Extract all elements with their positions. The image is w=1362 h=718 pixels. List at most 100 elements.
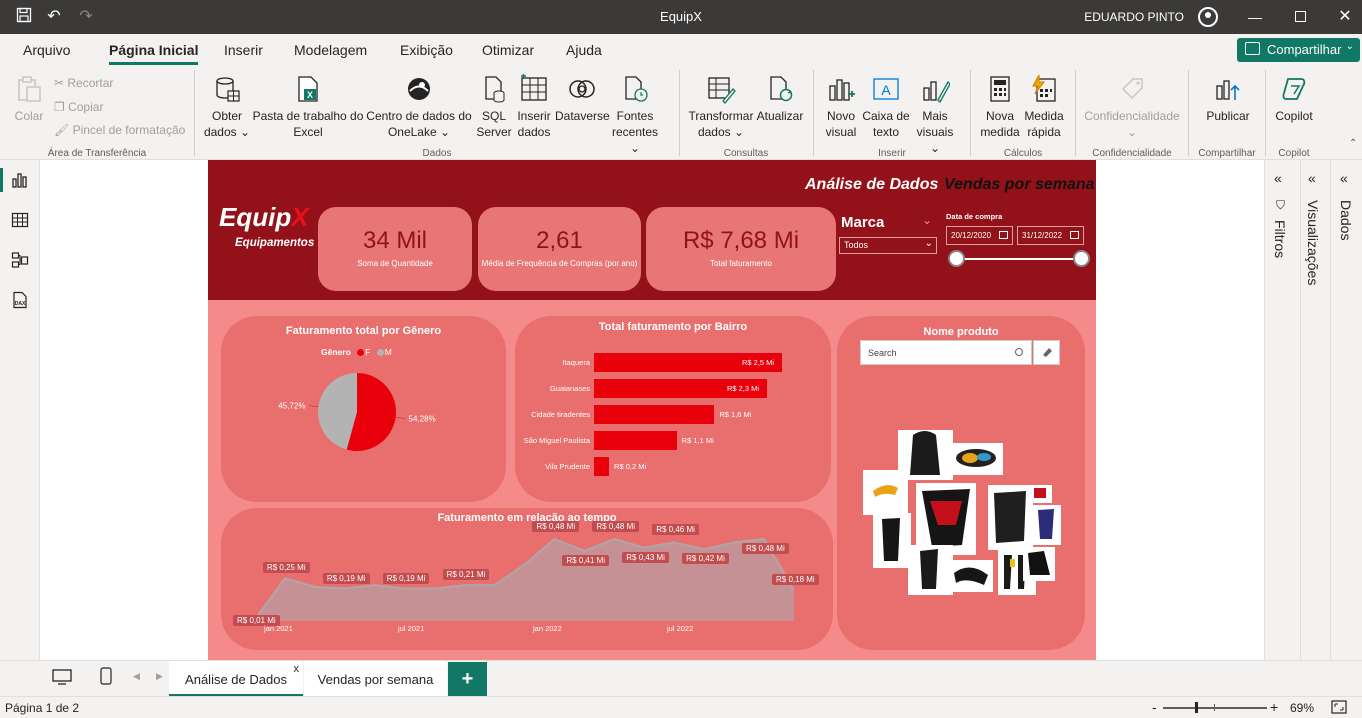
sensitivity-button[interactable]: Confidencialidade ⌄ [1082,74,1182,140]
x-tick-label: jan 2021 [264,624,293,633]
fit-to-page-icon[interactable] [1331,700,1347,717]
page-tabs-bar: ◀ ▶ Análise de Dados x Vendas por semana… [0,660,1362,697]
avatar[interactable] [1198,7,1218,27]
excel-button[interactable]: X Pasta de trabalho do Excel [252,74,364,140]
status-bar: Página 1 de 2 - + 69% [0,696,1362,718]
ribbon-separator [813,70,814,156]
group-label-insert: Inserir [878,148,906,159]
more-visuals-icon [920,74,951,104]
menu-exibicao[interactable]: Exibição [400,42,453,58]
recent-sources-icon [620,74,650,104]
user-name[interactable]: EDUARDO PINTO [1084,10,1184,24]
refresh-button[interactable]: Atualizar [756,74,804,124]
page-tab-vendas[interactable]: Vendas por semana [304,661,447,697]
calculator-icon [985,74,1015,104]
copilot-icon [1279,74,1309,104]
menu-ajuda[interactable]: Ajuda [566,42,602,58]
ribbon-separator [1188,70,1189,156]
group-label-calculations: Cálculos [1003,148,1043,159]
desktop-layout-icon[interactable] [52,669,72,690]
filters-pane[interactable]: « ⛉ Filtros [1264,160,1300,660]
brush-icon: 🖌 [54,123,73,137]
ribbon-separator [679,70,680,156]
share-icon [1245,42,1260,55]
scroll-right-icon[interactable]: ▶ [156,671,163,682]
group-label-sensitivity: Confidencialidade [1092,148,1172,159]
zoom-default-mark [1214,704,1215,711]
format-painter-button[interactable]: 🖌 Pincel de formatação [54,123,185,137]
new-visual-button[interactable]: Novo visual [822,74,860,140]
dataverse-button[interactable]: Dataverse [555,74,610,124]
new-visual-icon [826,74,856,104]
filters-label[interactable]: Filtros [1272,220,1288,258]
svg-text:DAX: DAX [15,301,26,307]
zoom-in-icon[interactable]: + [1270,699,1278,715]
visualizations-pane[interactable]: « Visualizações [1300,160,1330,660]
onelake-button[interactable]: Centro de dados do OneLake ⌄ [364,74,474,140]
area-data-label: R$ 0,21 Mi [442,569,490,581]
quick-measure-button[interactable]: Medida rápida [1022,74,1066,140]
sensitivity-icon [1117,74,1147,104]
paste-icon [14,74,44,104]
copilot-button[interactable]: Copilot [1270,74,1318,124]
paste-button[interactable]: Colar [12,74,46,124]
add-page-button[interactable]: + [448,662,487,697]
data-pane[interactable]: « Dados [1330,160,1362,660]
model-view-icon[interactable] [11,251,29,269]
scissors-icon: ✂ [54,76,68,90]
new-measure-button[interactable]: Nova medida [978,74,1022,140]
mobile-layout-icon[interactable] [100,667,112,690]
area-data-label: R$ 0,42 Mi [682,553,729,565]
more-visuals-button[interactable]: Mais visuais ⌄ [911,74,959,156]
dax-query-view-icon[interactable]: DAX [11,291,29,309]
zoom-out-icon[interactable]: - [1152,699,1157,715]
view-rail: DAX [0,160,40,660]
table-view-icon[interactable] [11,211,29,229]
transform-data-button[interactable]: Transformar dados ⌄ [686,74,756,140]
recent-sources-button[interactable]: Fontes recentes ⌄ [610,74,660,156]
area-data-label: R$ 0,48 Mi [742,543,789,554]
expand-filters-icon[interactable]: « [1274,170,1282,186]
visualizations-label[interactable]: Visualizações [1305,200,1321,285]
menu-otimizar[interactable]: Otimizar [482,42,534,58]
menu-modelagem[interactable]: Modelagem [294,42,367,58]
report-page: EquipX Equipamentos 34 Mil Soma de Quant… [208,160,1096,660]
share-button[interactable]: Compartilhar ⌄ [1237,38,1360,62]
svg-text:X: X [307,90,313,100]
page-tab-analise[interactable]: Análise de Dados x [169,661,303,697]
cut-button[interactable]: ✂ Recortar [54,76,113,90]
report-view-icon[interactable] [11,171,29,189]
area-data-label: R$ 0,48 Mi [592,521,640,532]
scroll-left-icon[interactable]: ◀ [133,671,140,682]
sql-server-button[interactable]: SQL Server [475,74,513,140]
enter-data-button[interactable]: Inserir dados [515,74,553,140]
minimize-icon[interactable]: — [1243,6,1267,28]
zoom-slider-handle[interactable] [1195,702,1198,713]
close-tab-icon[interactable]: x [294,663,300,675]
data-label[interactable]: Dados [1338,200,1354,240]
area-data-label: R$ 0,48 Mi [532,521,580,532]
area-data-label: R$ 0,19 Mi [382,572,430,584]
maximize-icon[interactable] [1288,6,1312,28]
expand-data-icon[interactable]: « [1340,170,1348,186]
dataverse-icon [567,74,597,104]
expand-visualizations-icon[interactable]: « [1308,170,1316,186]
menu-arquivo[interactable]: Arquivo [23,42,70,58]
area-data-label: R$ 0,43 Mi [622,551,669,563]
area-data-label: R$ 0,25 Mi [262,562,310,574]
refresh-icon [765,74,795,104]
collapse-ribbon-icon[interactable]: ⌃ [1349,138,1357,149]
area-data-label: R$ 0,41 Mi [562,554,610,566]
table-icon [519,74,549,104]
menu-inserir[interactable]: Inserir [224,42,263,58]
transform-icon [706,74,736,104]
get-data-button[interactable]: Obter dados ⌄ [201,74,253,140]
close-icon[interactable]: ✕ [1333,6,1357,28]
menu-pagina-inicial[interactable]: Página Inicial [109,42,199,65]
publish-button[interactable]: Publicar [1202,74,1254,124]
text-box-button[interactable]: A Caixa de texto [861,74,911,140]
svg-text:A: A [881,82,891,98]
copy-button[interactable]: ❐ Copiar [54,100,103,114]
zoom-slider[interactable] [1163,707,1267,709]
group-label-copilot: Copilot [1278,148,1310,159]
